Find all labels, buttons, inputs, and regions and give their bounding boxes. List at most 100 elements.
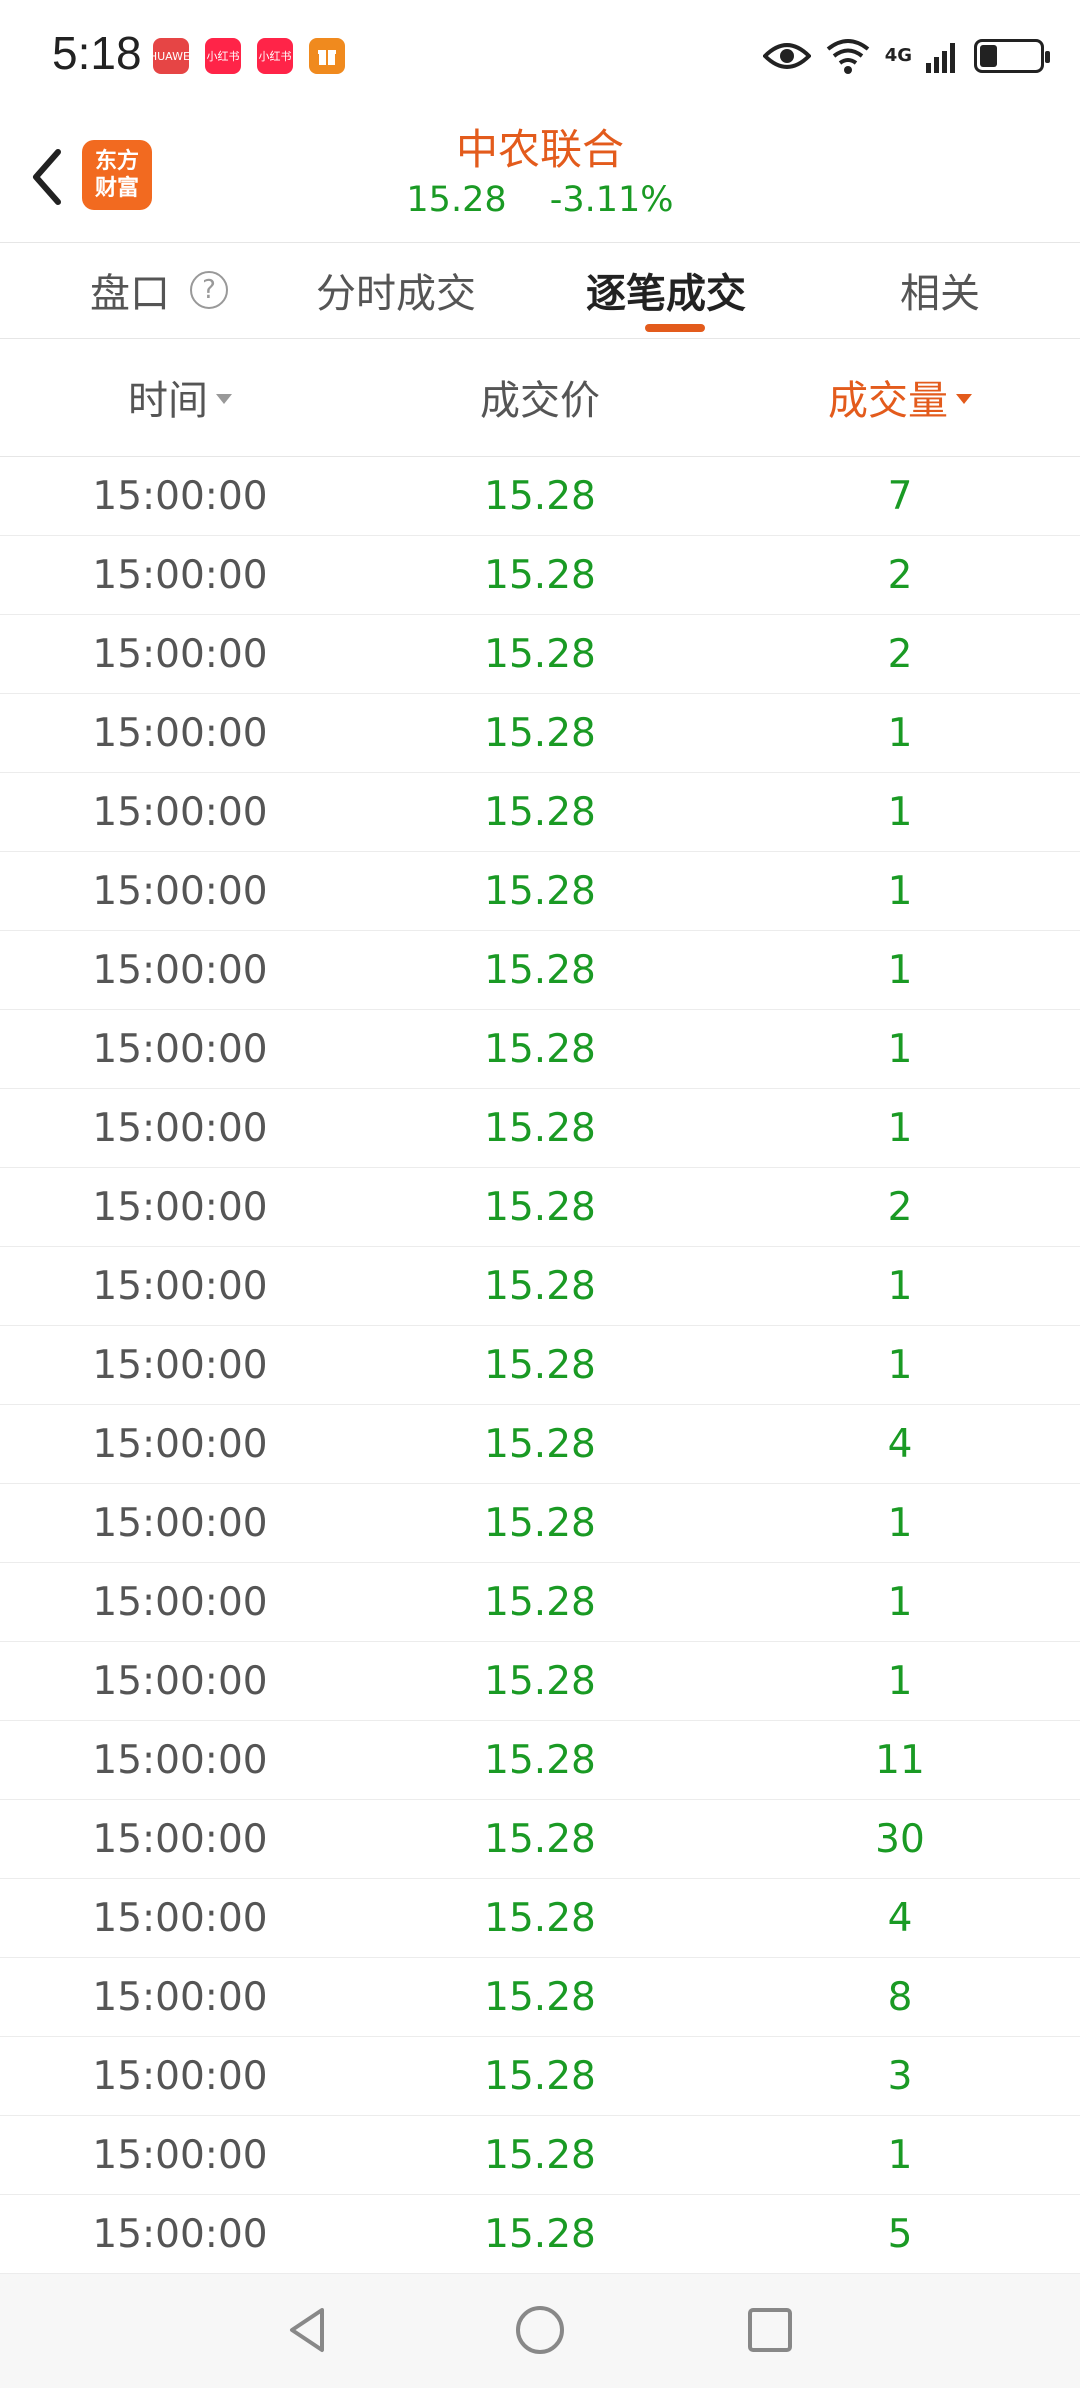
- stock-price: 15.28: [406, 180, 507, 220]
- trade-price: 15.28: [484, 1816, 596, 1862]
- trade-price: 15.28: [484, 789, 596, 835]
- tab-bar: 盘口 ? 分时成交 逐笔成交 相关: [0, 242, 1080, 339]
- trade-row: 15:00:00 15.28 2: [0, 1168, 1080, 1247]
- trade-price: 15.28: [484, 2053, 596, 2099]
- recents-square-icon[interactable]: [742, 2302, 798, 2358]
- trade-row: 15:00:00 15.28 1: [0, 694, 1080, 773]
- trade-row: 15:00:00 15.28 1: [0, 1326, 1080, 1405]
- trade-volume: 1: [887, 2132, 913, 2178]
- trade-time: 15:00:00: [92, 473, 268, 519]
- trade-price: 15.28: [484, 1184, 596, 1230]
- trade-row: 15:00:00 15.28 1: [0, 773, 1080, 852]
- help-icon[interactable]: ?: [190, 271, 228, 309]
- trade-row: 15:00:00 15.28 1: [0, 1247, 1080, 1326]
- trade-volume: 8: [887, 1974, 913, 2020]
- trade-volume: 3: [887, 2053, 913, 2099]
- trade-price: 15.28: [484, 1500, 596, 1546]
- trade-price: 15.28: [484, 1342, 596, 1388]
- trade-time: 15:00:00: [92, 789, 268, 835]
- trade-time: 15:00:00: [92, 1105, 268, 1151]
- battery-icon: [974, 39, 1050, 73]
- trade-time: 15:00:00: [92, 2053, 268, 2099]
- trade-volume: 1: [887, 868, 913, 914]
- sort-time-header[interactable]: 时间: [80, 338, 280, 456]
- trade-volume: 1: [887, 1105, 913, 1151]
- trade-row: 15:00:00 15.28 5: [0, 2195, 1080, 2274]
- trade-price: 15.28: [484, 1737, 596, 1783]
- trade-price: 15.28: [484, 710, 596, 756]
- signal-icon: [926, 43, 955, 73]
- trade-time: 15:00:00: [92, 1737, 268, 1783]
- trade-row: 15:00:00 15.28 1: [0, 2116, 1080, 2195]
- sort-caret-icon: [956, 394, 972, 404]
- trade-row: 15:00:00 15.28 1: [0, 1010, 1080, 1089]
- trade-time: 15:00:00: [92, 947, 268, 993]
- trade-price: 15.28: [484, 1974, 596, 2020]
- trade-row: 15:00:00 15.28 1: [0, 931, 1080, 1010]
- trade-price: 15.28: [484, 1026, 596, 1072]
- trade-volume: 7: [887, 473, 913, 519]
- time-header-label: 时间: [128, 378, 208, 424]
- trade-price: 15.28: [484, 2211, 596, 2257]
- trade-time: 15:00:00: [92, 1342, 268, 1388]
- trade-time: 15:00:00: [92, 1816, 268, 1862]
- trade-price: 15.28: [484, 1895, 596, 1941]
- trade-volume: 2: [887, 552, 913, 598]
- back-triangle-icon[interactable]: [280, 2302, 336, 2358]
- trade-price: 15.28: [484, 552, 596, 598]
- trade-row: 15:00:00 15.28 4: [0, 1405, 1080, 1484]
- stock-quote: 15.28 -3.11%: [0, 180, 1080, 220]
- trade-volume: 1: [887, 1026, 913, 1072]
- network-type-label: 4G: [884, 45, 912, 66]
- price-header: 成交价: [480, 378, 600, 424]
- trade-volume: 4: [887, 1421, 913, 1467]
- trade-volume: 1: [887, 710, 913, 756]
- trade-volume: 30: [875, 1816, 925, 1862]
- sort-caret-icon: [216, 394, 232, 404]
- trade-list: 15:00:00 15.28 7 15:00:00 15.28 2 15:00:00 15.2…: [0, 457, 1080, 2274]
- column-header: 时间 成交价 成交量: [0, 338, 1080, 457]
- trade-time: 15:00:00: [92, 1974, 268, 2020]
- trade-row: 15:00:00 15.28 30: [0, 1800, 1080, 1879]
- trade-row: 15:00:00 15.28 4: [0, 1879, 1080, 1958]
- tab-xiangguan[interactable]: 相关: [900, 242, 980, 338]
- trade-price: 15.28: [484, 1105, 596, 1151]
- volume-header-label: 成交量: [828, 378, 948, 424]
- trade-time: 15:00:00: [92, 1895, 268, 1941]
- sort-volume-header[interactable]: 成交量: [780, 338, 1020, 456]
- trade-time: 15:00:00: [92, 710, 268, 756]
- trade-time: 15:00:00: [92, 1421, 268, 1467]
- trade-row: 15:00:00 15.28 1: [0, 1089, 1080, 1168]
- trade-volume: 1: [887, 1579, 913, 1625]
- trade-time: 15:00:00: [92, 868, 268, 914]
- trade-price: 15.28: [484, 473, 596, 519]
- trade-row: 15:00:00 15.28 3: [0, 2037, 1080, 2116]
- trade-volume: 11: [875, 1737, 925, 1783]
- trade-time: 15:00:00: [92, 1500, 268, 1546]
- system-icons: 4G: [762, 34, 1050, 78]
- trade-volume: 1: [887, 1263, 913, 1309]
- trade-time: 15:00:00: [92, 1026, 268, 1072]
- trade-price: 15.28: [484, 2132, 596, 2178]
- trade-time: 15:00:00: [92, 552, 268, 598]
- xiaohongshu-icon: 小红书: [257, 38, 293, 74]
- trade-time: 15:00:00: [92, 631, 268, 677]
- trade-time: 15:00:00: [92, 1184, 268, 1230]
- home-circle-icon[interactable]: [512, 2302, 568, 2358]
- trade-row: 15:00:00 15.28 1: [0, 1563, 1080, 1642]
- trade-row: 15:00:00 15.28 2: [0, 536, 1080, 615]
- trade-row: 15:00:00 15.28 1: [0, 852, 1080, 931]
- trade-row: 15:00:00 15.28 11: [0, 1721, 1080, 1800]
- trade-row: 15:00:00 15.28 1: [0, 1642, 1080, 1721]
- trade-volume: 4: [887, 1895, 913, 1941]
- tab-pankou[interactable]: 盘口 ?: [90, 242, 228, 338]
- trade-time: 15:00:00: [92, 1263, 268, 1309]
- tab-fenshi[interactable]: 分时成交: [316, 242, 476, 338]
- trade-price: 15.28: [484, 1658, 596, 1704]
- trade-price: 15.28: [484, 1579, 596, 1625]
- eye-icon: [762, 43, 811, 69]
- trade-time: 15:00:00: [92, 1658, 268, 1704]
- trade-price: 15.28: [484, 1263, 596, 1309]
- trade-price: 15.28: [484, 1421, 596, 1467]
- trade-row: 15:00:00 15.28 8: [0, 1958, 1080, 2037]
